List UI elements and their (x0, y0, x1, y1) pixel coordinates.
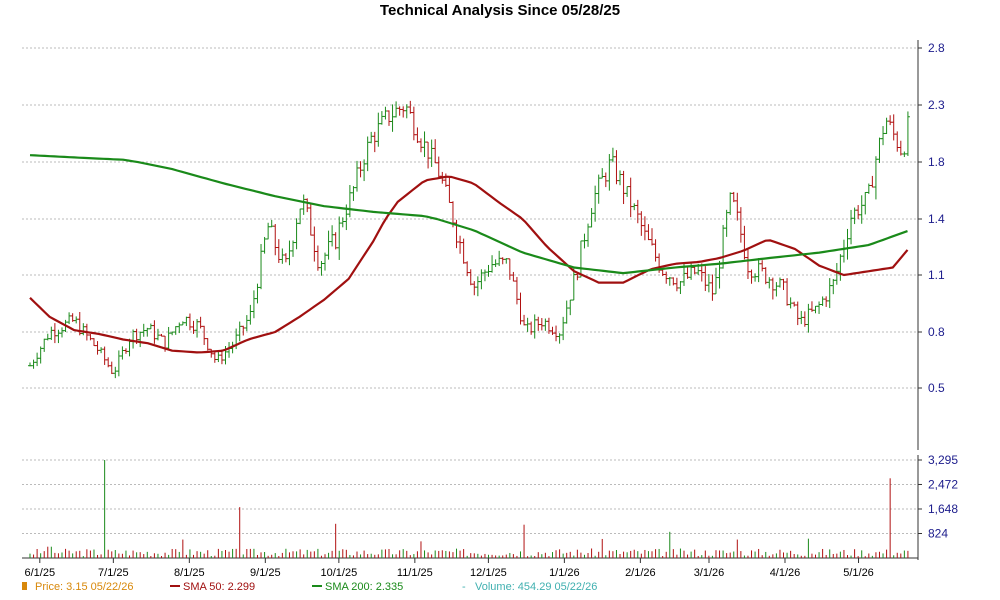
price-tick-label: 2.8 (928, 41, 945, 55)
x-tick-label: 2/1/26 (625, 567, 656, 579)
price-tick-label: 2.3 (928, 98, 945, 112)
x-tick-label: 8/1/25 (174, 567, 205, 579)
volume-tick-label: 1,648 (928, 502, 958, 516)
volume-panel: 824 1,648 2,472 3,295 (22, 453, 958, 560)
volume-tick-label: 824 (928, 526, 948, 540)
sma-200-line (29, 154, 908, 275)
x-tick-label: 11/1/25 (397, 567, 433, 579)
legend-sma200-label: SMA 200: 2.335 (325, 581, 403, 593)
x-tick-label: 3/1/26 (694, 567, 725, 579)
x-tick-label: 4/1/26 (770, 567, 801, 579)
x-tick-label: 6/1/25 (25, 567, 56, 579)
volume-tick-label: 3,295 (928, 453, 958, 467)
x-tick-label: 7/1/25 (98, 567, 129, 579)
price-tick-label: 0.5 (928, 381, 945, 395)
sma-50-line (29, 175, 909, 354)
x-axis: 6/1/25 7/1/25 8/1/25 9/1/25 10/1/25 11/1/25 12… (25, 558, 874, 579)
price-tick-label: 0.8 (928, 325, 945, 339)
x-tick-label: 9/1/25 (250, 567, 281, 579)
x-tick-label: 5/1/26 (843, 567, 874, 579)
legend-volume-label: Volume: 454.29 05/22/26 (475, 581, 597, 593)
x-tick-label: 1/1/26 (549, 567, 580, 579)
legend: Price: 3.15 05/22/26 SMA 50: 2.299 SMA 200… (22, 581, 597, 593)
price-tick-label: 1.1 (928, 268, 945, 282)
x-tick-label: 12/1/25 (470, 567, 507, 579)
volume-tick-label: 2,472 (928, 477, 958, 491)
legend-sma50-label: SMA 50: 2.299 (183, 581, 255, 593)
legend-price-label: Price: 3.15 05/22/26 (35, 581, 133, 593)
legend-price-swatch (22, 582, 27, 590)
price-tick-label: 1.4 (928, 212, 945, 226)
technical-analysis-chart: 0.5 0.8 1.1 1.4 1.8 2.3 2.8 824 1,648 2,472 3,295… (22, 40, 958, 593)
price-panel: 0.5 0.8 1.1 1.4 1.8 2.3 2.8 (22, 40, 945, 450)
price-tick-label: 1.8 (928, 155, 945, 169)
x-tick-label: 10/1/25 (321, 567, 358, 579)
legend-volume-swatch: - (462, 581, 466, 593)
